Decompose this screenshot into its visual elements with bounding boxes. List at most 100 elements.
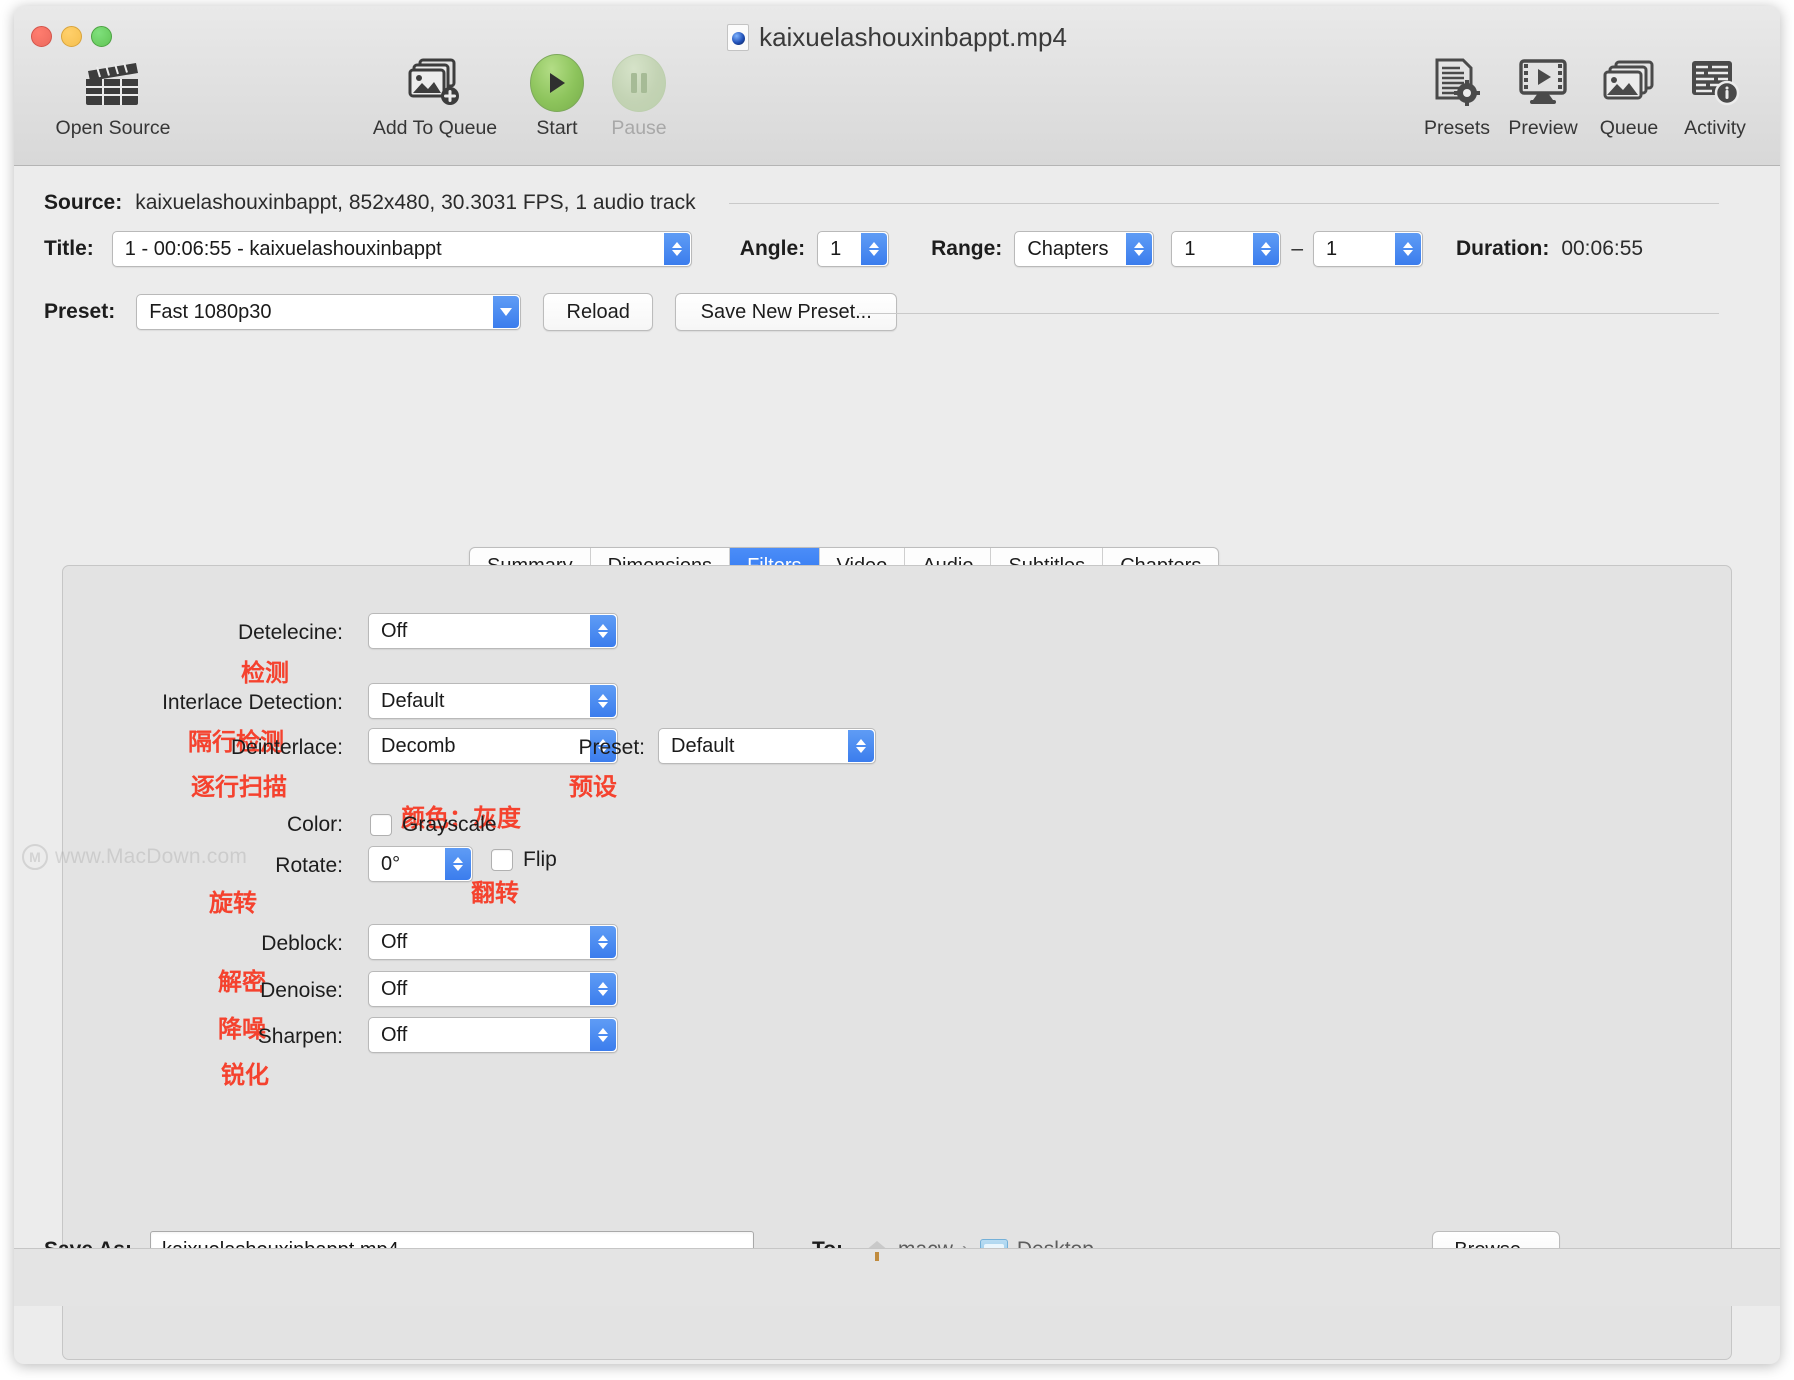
start-button[interactable]: Start [514,54,600,140]
source-row: Source: kaixuelashouxinbappt, 852x480, 3… [44,191,696,215]
queue-button[interactable]: Queue [1586,54,1672,140]
flip-label: Flip [523,848,557,871]
deinterlace-annotation: 逐行扫描 [191,773,287,801]
queue-stack-icon [1602,54,1656,112]
stepper-arrows-icon[interactable] [590,973,616,1005]
deinterlace-value: Decomb [381,734,456,757]
angle-select[interactable]: 1 [817,231,890,267]
preset-label: Preset: [44,300,116,323]
interlace-detection-select[interactable]: Default [368,683,618,719]
save-new-preset-button[interactable]: Save New Preset... [675,293,898,331]
stepper-arrows-icon[interactable] [663,233,690,265]
grayscale-checkbox-row[interactable]: Grayscale [370,813,497,837]
activity-label: Activity [1684,117,1746,139]
range-type-select[interactable]: Chapters [1014,231,1155,267]
stepper-arrows-icon[interactable] [590,1019,616,1051]
stepper-arrows-icon[interactable] [590,926,616,958]
preset-row: Preset: Fast 1080p30 Reload Save New Pre… [44,293,898,331]
add-to-queue-button[interactable]: Add To Queue [360,54,510,140]
stepper-arrows-icon[interactable] [848,730,874,762]
deblock-select[interactable]: Off [368,924,618,960]
stepper-arrows-icon[interactable] [861,233,888,265]
range-type-value: Chapters [1027,237,1109,260]
preset-value: Fast 1080p30 [149,300,272,323]
stepper-arrows-icon[interactable] [590,685,616,717]
preview-label: Preview [1508,117,1578,139]
macdown-logo-letter: M [29,849,41,865]
range-dash: – [1291,237,1303,260]
detelecine-annotation: 检测 [241,659,289,687]
sharpen-label: Sharpen: [257,1025,343,1048]
deinterlace-preset-value: Default [671,734,735,757]
detelecine-select[interactable]: Off [368,613,618,649]
stepper-arrows-icon[interactable] [1253,233,1280,265]
add-to-queue-label: Add To Queue [372,117,498,139]
sharpen-annotation: 锐化 [221,1061,269,1089]
pause-button[interactable]: Pause [596,54,682,140]
deinterlace-preset-label: Preset: [578,736,645,759]
deinterlace-preset-annotation: 预设 [569,773,617,801]
range-end-value: 1 [1326,237,1338,260]
duration-label: Duration: [1456,237,1550,260]
macdown-logo-icon: M [22,844,48,870]
clapperboard-icon [84,54,142,112]
sharpen-value: Off [381,1023,408,1046]
queue-label: Queue [1599,117,1659,139]
window-title-text: kaixuelashouxinbappt.mp4 [759,22,1067,52]
stepper-arrows-icon[interactable] [445,848,471,880]
main-body: Source: kaixuelashouxinbappt, 852x480, 3… [14,166,1780,1360]
range-start-select[interactable]: 1 [1171,231,1282,267]
stepper-arrows-icon[interactable] [1126,233,1153,265]
flip-checkbox-row[interactable]: Flip [491,848,557,872]
deblock-value: Off [381,930,408,953]
presets-icon [1433,54,1481,112]
deblock-label: Deblock: [261,932,343,955]
toolbar: kaixuelashouxinbappt.mp4 Open Source Add… [14,6,1780,166]
preset-divider [859,313,1719,314]
sharpen-select[interactable]: Off [368,1017,618,1053]
reload-button[interactable]: Reload [543,293,654,331]
window-title: kaixuelashouxinbappt.mp4 [14,22,1780,53]
toolbar-left-group: Open Source Add To Queue Start Pause [38,54,682,140]
open-source-button[interactable]: Open Source [38,54,188,140]
source-divider [729,203,1719,204]
preview-monitor-icon [1517,54,1569,112]
range-label: Range: [931,237,1003,260]
source-label: Source: [44,191,123,214]
duration-value: 00:06:55 [1561,237,1644,260]
denoise-value: Off [381,977,408,1000]
pause-label: Pause [611,117,667,139]
title-select[interactable]: 1 - 00:06:55 - kaixuelashouxinbappt [111,231,692,267]
chevron-down-icon[interactable] [493,296,520,328]
video-file-icon [727,24,750,51]
status-bar [14,1248,1780,1306]
grayscale-checkbox[interactable] [370,814,392,836]
title-label: Title: [44,237,94,260]
source-value: kaixuelashouxinbappt, 852x480, 30.3031 F… [135,191,696,214]
activity-button[interactable]: Activity [1672,54,1758,140]
activity-log-icon [1690,54,1740,112]
range-start-value: 1 [1184,237,1196,260]
rotate-value: 0° [381,852,401,875]
range-end-select[interactable]: 1 [1313,231,1423,267]
stepper-arrows-icon[interactable] [1395,233,1421,265]
reload-label: Reload [566,300,630,323]
deinterlace-label: Deinterlace: [230,736,343,759]
preset-select[interactable]: Fast 1080p30 [136,294,522,330]
open-source-label: Open Source [55,117,171,139]
flip-checkbox[interactable] [491,849,513,871]
detelecine-value: Off [381,619,408,642]
denoise-select[interactable]: Off [368,971,618,1007]
deinterlace-preset-select[interactable]: Default [658,728,876,764]
denoise-label: Denoise: [260,979,343,1002]
rotate-select[interactable]: 0° [368,846,473,882]
stepper-arrows-icon[interactable] [590,615,616,647]
flip-annotation: 翻转 [471,879,519,907]
rotate-label: Rotate: [275,854,343,877]
preview-button[interactable]: Preview [1500,54,1586,140]
angle-value: 1 [830,237,842,260]
rotate-annotation: 旋转 [209,889,257,917]
presets-button[interactable]: Presets [1414,54,1500,140]
handbrake-window: kaixuelashouxinbappt.mp4 Open Source Add… [14,6,1780,1364]
title-select-value: 1 - 00:06:55 - kaixuelashouxinbappt [124,237,442,260]
